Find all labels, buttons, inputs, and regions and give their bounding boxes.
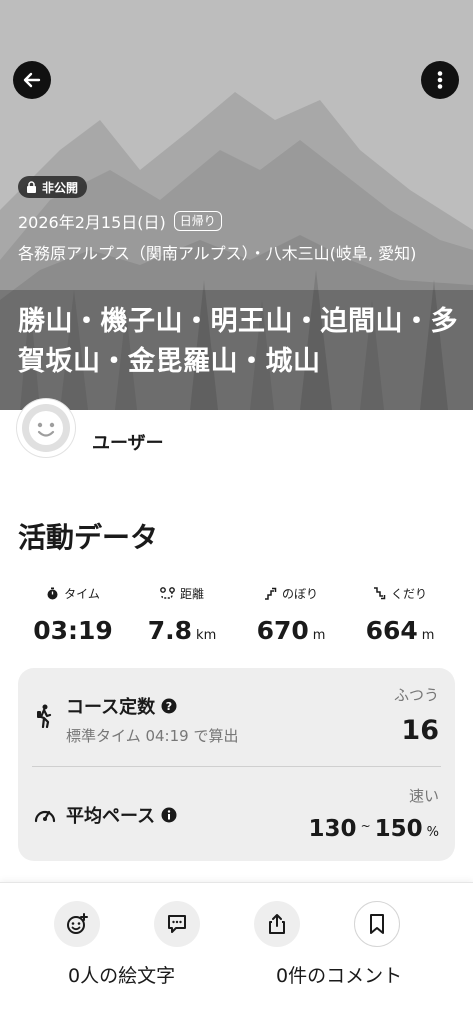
- share-icon: [269, 914, 285, 934]
- average-pace-title: 平均ペース: [66, 806, 156, 827]
- bookmark-icon: [370, 914, 384, 934]
- pace-min: 130: [308, 816, 357, 842]
- course-standard-time: 標準タイム 04:19 で算出: [66, 727, 239, 745]
- stat-label: のぼり: [281, 586, 318, 601]
- visibility-label: 非公開: [42, 180, 79, 195]
- visibility-badge: 非公開: [18, 176, 88, 198]
- pace-unit: %: [426, 825, 439, 840]
- stopwatch-icon: [47, 587, 58, 599]
- descent-icon: [373, 586, 386, 599]
- avatar[interactable]: [17, 399, 75, 457]
- pace-level-label: 速い: [408, 787, 439, 805]
- speedometer-icon: [34, 810, 56, 823]
- info-icon[interactable]: [161, 807, 177, 823]
- arrow-left-icon: [23, 72, 41, 88]
- bookmark-button[interactable]: [354, 901, 400, 947]
- emoji-add-icon: [67, 913, 88, 934]
- user-name[interactable]: ユーザー: [92, 429, 164, 455]
- emoji-count-label[interactable]: 0人の絵文字: [68, 961, 175, 988]
- stat-ascent: のぼり 670 m: [232, 584, 350, 646]
- pace-value: 130 ~150%: [309, 816, 439, 842]
- share-button[interactable]: [254, 901, 300, 947]
- activity-metrics-card: コース定数 ? 標準タイム 04:19 で算出 ふつう 16 平均ペース 速い …: [18, 668, 455, 861]
- course-constant-title: コース定数: [66, 697, 156, 718]
- stat-value: 03:19: [33, 616, 113, 645]
- stat-value: 664: [365, 616, 418, 645]
- day-type-badge: 日帰り: [173, 211, 222, 231]
- activity-date: 2026年2月15日(日): [18, 213, 166, 232]
- help-icon[interactable]: ?: [161, 698, 177, 714]
- stat-time: タイム 03:19: [14, 584, 132, 646]
- pace-tilde: ~: [360, 819, 371, 833]
- stat-label: タイム: [64, 586, 100, 601]
- bottom-action-bar: 0人の絵文字 0件のコメント: [0, 882, 473, 1024]
- stat-label: くだり: [390, 586, 427, 601]
- svg-text:?: ?: [166, 700, 172, 713]
- more-vertical-icon: [437, 71, 443, 89]
- activity-title: 勝山・機子山・明王山・迫間山・多賀坂山・金毘羅山・城山: [18, 306, 458, 377]
- add-emoji-button[interactable]: [54, 901, 100, 947]
- hiker-icon: [37, 704, 52, 728]
- stat-value: 670: [256, 616, 309, 645]
- hero-header: 非公開 2026年2月15日(日) 日帰り 各務原アルプス（関南アルプス）・八木…: [0, 0, 473, 410]
- date-row: 2026年2月15日(日) 日帰り: [18, 209, 222, 233]
- course-constant-value: 16: [401, 715, 439, 746]
- stat-unit: m: [312, 628, 326, 643]
- avatar-placeholder: [22, 404, 70, 452]
- route-icon: [160, 586, 175, 599]
- comment-button[interactable]: [154, 901, 200, 947]
- more-options-button[interactable]: [421, 61, 459, 99]
- lock-icon: [27, 181, 36, 193]
- stat-descent: くだり 664 m: [341, 584, 459, 646]
- divider: [32, 766, 441, 767]
- comment-icon: [168, 915, 186, 933]
- ascent-icon: [264, 587, 277, 600]
- stat-unit: m: [421, 628, 435, 643]
- course-level-label: ふつう: [393, 686, 439, 704]
- stat-value: 7.8: [147, 616, 193, 645]
- comment-count-label[interactable]: 0件のコメント: [276, 961, 402, 988]
- stat-distance: 距離 7.8 km: [123, 584, 241, 646]
- pace-max: 150: [374, 816, 423, 842]
- area-link[interactable]: 各務原アルプス（関南アルプス）・八木三山(岐阜, 愛知): [18, 241, 458, 266]
- activity-section-title: 活動データ: [18, 521, 159, 554]
- stat-unit: km: [196, 628, 217, 643]
- stat-label: 距離: [179, 586, 204, 601]
- smiley-face-icon: [29, 411, 63, 445]
- back-button[interactable]: [13, 61, 51, 99]
